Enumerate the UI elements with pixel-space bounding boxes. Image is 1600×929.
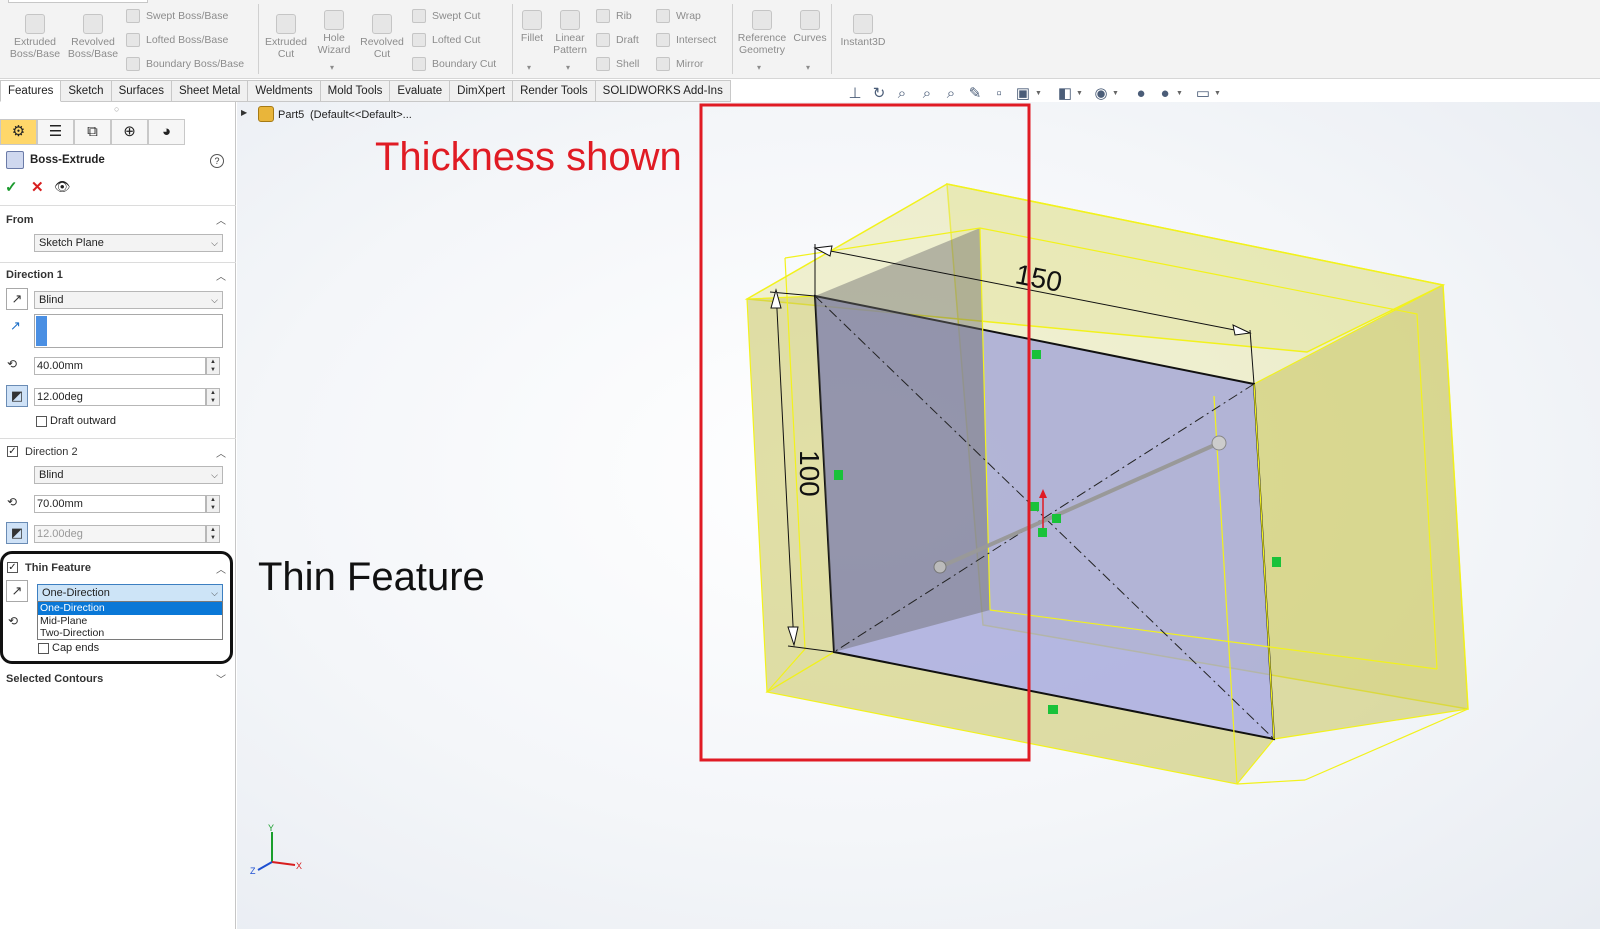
relation-marker [1048,705,1058,714]
relation-marker [834,470,843,480]
triad-x-label: X [296,861,302,871]
triad-z-axis [257,861,273,871]
relation-marker [1272,557,1281,567]
drag-handle-endpoint [933,560,947,574]
preview-edge [1236,779,1306,785]
relation-marker [1032,350,1041,359]
dimension-100-value: 100 [794,450,825,497]
drag-handle-endpoint [1211,435,1227,451]
relation-marker [1030,502,1039,511]
relation-marker [1038,528,1047,537]
relation-marker [1052,514,1061,523]
reference-triad: Y X Z [250,823,302,876]
model-preview: 150 100 Y X Z [250,103,1469,876]
triad-x-axis [271,861,296,866]
triad-y-label: Y [268,823,274,833]
triad-z-label: Z [250,866,256,876]
